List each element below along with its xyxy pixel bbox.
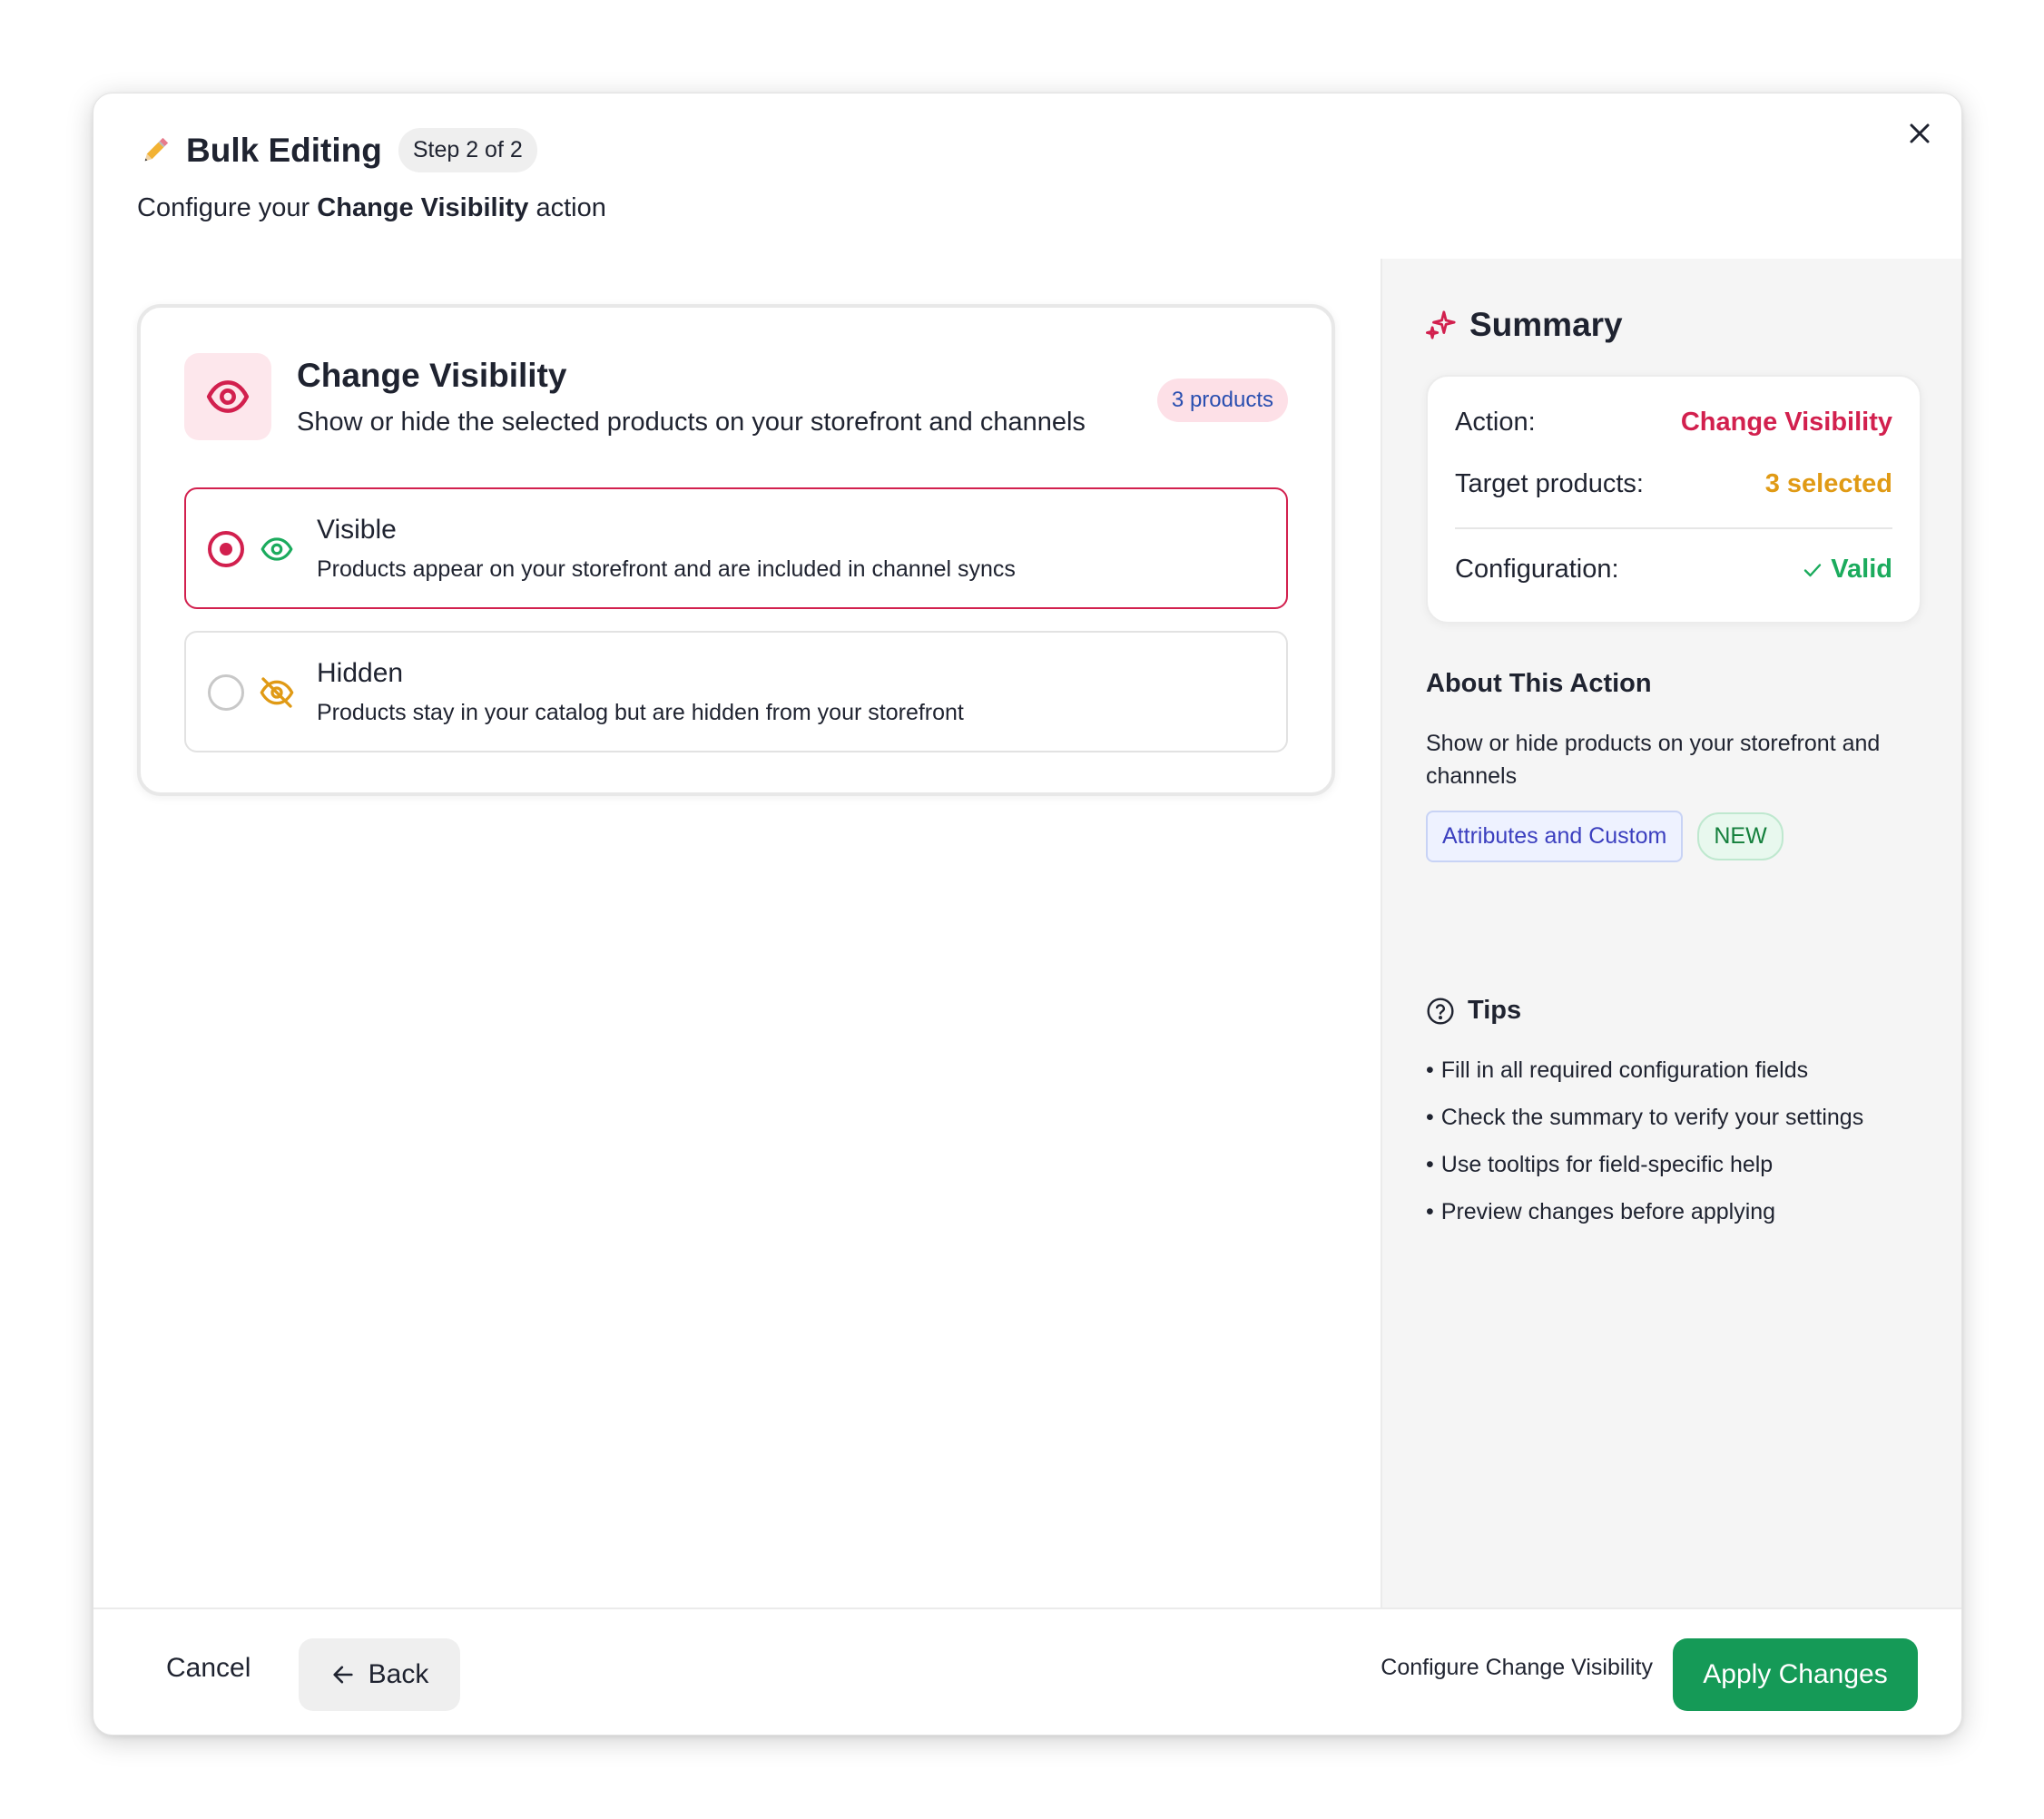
- bulk-editing-modal: Bulk Editing Step 2 of 2 Configure your …: [93, 93, 1962, 1735]
- new-badge: NEW: [1697, 812, 1784, 860]
- summary-config-value: Valid: [1831, 555, 1892, 584]
- about-title: About This Action: [1426, 669, 1652, 698]
- summary-row-configuration: Configuration: Valid: [1455, 555, 1892, 585]
- modal-title: Bulk Editing: [186, 131, 382, 169]
- help-circle-icon: [1427, 997, 1454, 1025]
- category-tag: Attributes and Custom: [1426, 811, 1684, 862]
- option-hidden[interactable]: Hidden Products stay in your catalog but…: [184, 631, 1288, 752]
- tips-header: Tips: [1426, 996, 1521, 1026]
- summary-action-value: Change Visibility: [1680, 408, 1892, 437]
- modal-header: Bulk Editing Step 2 of 2 Configure your …: [93, 93, 1961, 259]
- modal-footer: Cancel Back Configure Change Visibility …: [93, 1608, 1961, 1735]
- back-button[interactable]: Back: [299, 1638, 460, 1711]
- summary-target-value: 3 selected: [1764, 469, 1892, 498]
- tips-title: Tips: [1468, 996, 1522, 1025]
- back-button-label: Back: [368, 1659, 429, 1689]
- subtitle-suffix: action: [528, 193, 606, 222]
- products-count-badge: 3 products: [1156, 379, 1288, 422]
- close-icon: [1910, 123, 1930, 143]
- radio-visible[interactable]: [208, 531, 244, 567]
- title-row: Bulk Editing Step 2 of 2: [137, 128, 537, 172]
- summary-action-label: Action:: [1455, 408, 1536, 437]
- apply-changes-button[interactable]: Apply Changes: [1673, 1638, 1918, 1711]
- option-visible-description: Products appear on your storefront and a…: [317, 556, 1016, 582]
- radio-hidden[interactable]: [208, 674, 244, 711]
- footer-note: Configure Change Visibility: [1381, 1655, 1653, 1680]
- arrow-left-icon: [333, 1666, 353, 1684]
- summary-row-target: Target products: 3 selected: [1455, 469, 1892, 499]
- sparkles-icon: [1426, 310, 1456, 339]
- action-description: Show or hide the selected products on yo…: [297, 408, 1086, 437]
- summary-target-label: Target products:: [1455, 469, 1644, 498]
- summary-sidebar: Summary Action: Change Visibility Target…: [1381, 259, 1961, 1608]
- pencil-icon: [137, 133, 173, 169]
- action-config-card: Change Visibility Show or hide the selec…: [137, 304, 1335, 796]
- tips-list: Fill in all required configuration field…: [1426, 1054, 1934, 1243]
- subtitle-prefix: Configure your: [137, 193, 318, 222]
- tip-item: Preview changes before applying: [1426, 1195, 1934, 1243]
- summary-title: Summary: [1469, 306, 1623, 343]
- summary-card: Action: Change Visibility Target product…: [1426, 375, 1921, 624]
- option-visible[interactable]: Visible Products appear on your storefro…: [184, 487, 1288, 609]
- tip-item: Check the summary to verify your setting…: [1426, 1101, 1934, 1148]
- about-description: Show or hide products on your storefront…: [1426, 731, 1881, 789]
- action-title: Change Visibility: [297, 357, 567, 394]
- summary-config-label: Configuration:: [1455, 555, 1619, 584]
- close-button[interactable]: [1902, 115, 1938, 152]
- eye-icon: [259, 531, 295, 567]
- about-tags: Attributes and Custom NEW: [1426, 811, 1784, 862]
- option-visible-label: Visible: [317, 515, 397, 545]
- step-badge: Step 2 of 2: [398, 128, 537, 172]
- eye-off-icon: [259, 674, 295, 711]
- summary-config-status: Valid: [1802, 555, 1892, 585]
- cancel-button[interactable]: Cancel: [166, 1653, 251, 1684]
- eye-icon: [206, 380, 250, 413]
- action-icon-tile: [184, 353, 271, 440]
- summary-header: Summary: [1426, 306, 1623, 344]
- option-hidden-label: Hidden: [317, 658, 404, 688]
- check-icon: [1804, 563, 1822, 576]
- tip-item: Fill in all required configuration field…: [1426, 1054, 1934, 1101]
- summary-divider: [1455, 527, 1892, 529]
- option-hidden-description: Products stay in your catalog but are hi…: [317, 700, 964, 725]
- summary-row-action: Action: Change Visibility: [1455, 408, 1892, 438]
- modal-subtitle: Configure your Change Visibility action: [137, 193, 606, 223]
- tip-item: Use tooltips for field-specific help: [1426, 1148, 1934, 1195]
- subtitle-action-name: Change Visibility: [317, 193, 529, 222]
